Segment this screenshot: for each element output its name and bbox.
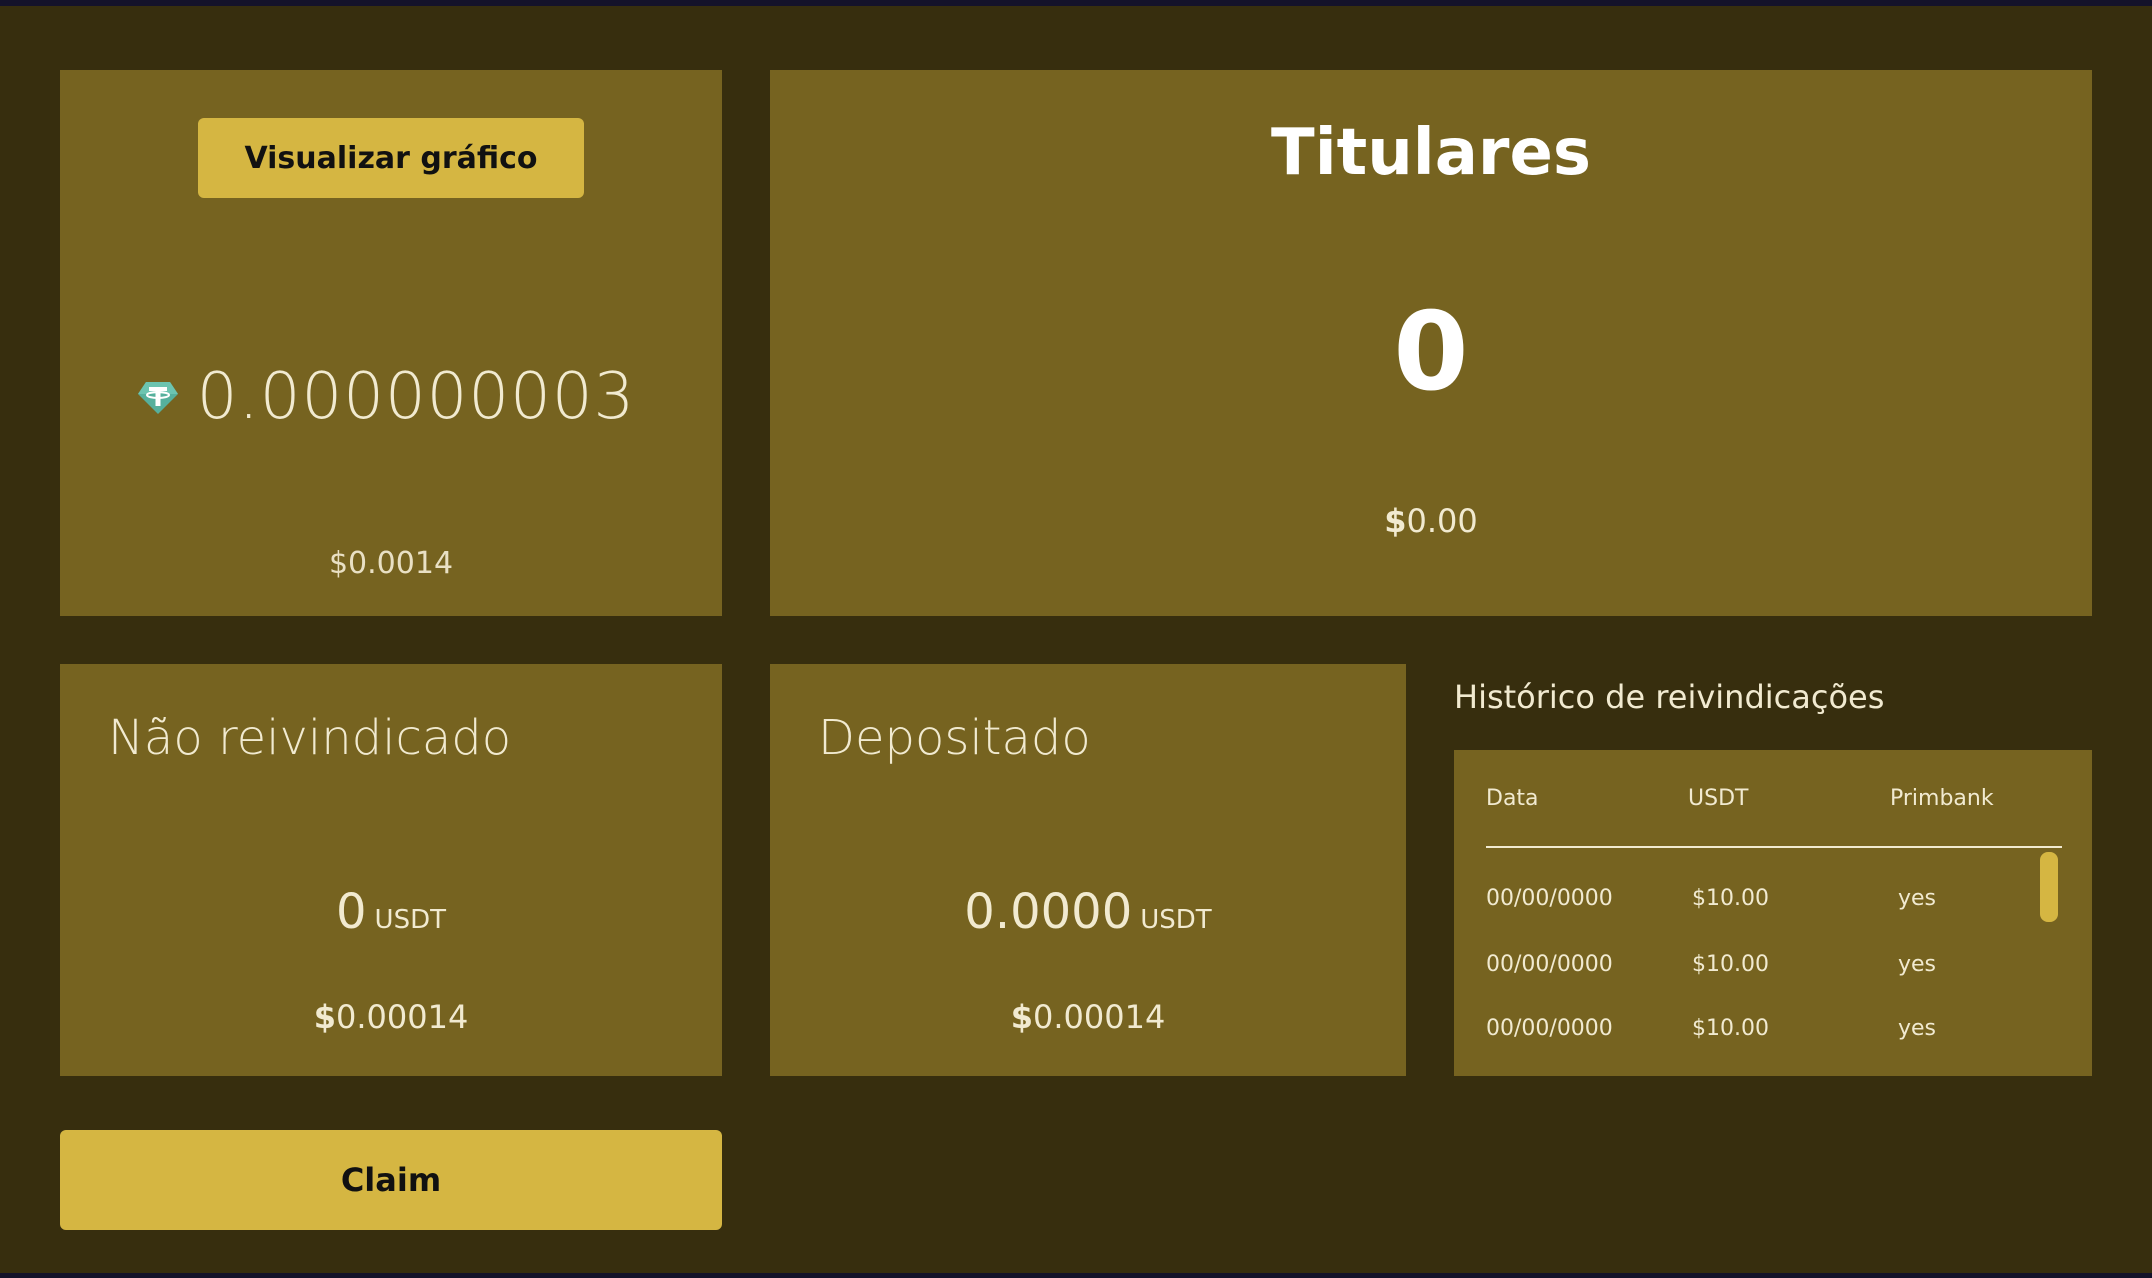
row-primbank: yes bbox=[1898, 952, 1937, 977]
claim-history-title: Histórico de reivindicações bbox=[1454, 678, 1885, 716]
deposited-unit: USDT bbox=[1140, 905, 1212, 935]
dollar-sign: $ bbox=[1010, 998, 1033, 1036]
token-usd-value: $0.0014 bbox=[328, 546, 454, 581]
deposited-card: Depositado 0.0000 USDT $0.00014 bbox=[770, 664, 1406, 1076]
deposited-amount: 0.0000 bbox=[964, 884, 1133, 940]
history-scrollbar-thumb[interactable] bbox=[2040, 852, 2058, 922]
row-date: 00/00/0000 bbox=[1486, 952, 1613, 977]
column-header-usdt: USDT bbox=[1688, 786, 1749, 811]
column-header-primbank: Primbank bbox=[1890, 786, 1994, 811]
row-date: 00/00/0000 bbox=[1486, 1016, 1613, 1041]
row-primbank: yes bbox=[1898, 886, 1937, 911]
row-usdt: $10.00 bbox=[1692, 1016, 1769, 1041]
table-row: 00/00/0000 $10.00 yes bbox=[1454, 1016, 2092, 1056]
token-amount-row: 0.000000003 bbox=[60, 360, 722, 434]
holders-card: Titulares 0 $0.00 bbox=[770, 70, 2092, 616]
claim-history-table: Data USDT Primbank 00/00/0000 $10.00 yes… bbox=[1454, 750, 2092, 1076]
view-chart-button[interactable]: Visualizar gráfico bbox=[198, 118, 584, 198]
deposited-title: Depositado bbox=[818, 710, 1091, 766]
table-row: 00/00/0000 $10.00 yes bbox=[1454, 952, 2092, 992]
column-header-date: Data bbox=[1486, 786, 1539, 811]
deposited-usd-value: $0.00014 bbox=[770, 998, 1406, 1036]
holders-usd-value: $0.00 bbox=[770, 502, 2092, 540]
claim-button[interactable]: Claim bbox=[60, 1130, 722, 1230]
row-usdt: $10.00 bbox=[1692, 952, 1769, 977]
holders-usd-amount: 0.00 bbox=[1406, 502, 1478, 540]
dollar-sign: $ bbox=[313, 998, 336, 1036]
unclaimed-usd-value: $0.00014 bbox=[60, 998, 722, 1036]
dollar-sign: $ bbox=[1384, 502, 1407, 540]
row-usdt: $10.00 bbox=[1692, 886, 1769, 911]
holders-count: 0 bbox=[1393, 290, 1469, 415]
tether-usdt-icon bbox=[137, 382, 178, 414]
row-date: 00/00/0000 bbox=[1486, 886, 1613, 911]
table-row: 00/00/0000 $10.00 yes bbox=[1454, 886, 2092, 926]
token-amount: 0.000000003 bbox=[196, 360, 636, 434]
holders-title: Titulares bbox=[1271, 116, 1591, 190]
unclaimed-title: Não reivindicado bbox=[108, 710, 512, 766]
unclaimed-unit: USDT bbox=[374, 905, 446, 935]
unclaimed-amount-row: 0 USDT bbox=[60, 884, 722, 940]
row-primbank: yes bbox=[1898, 1016, 1937, 1041]
dashboard-page: Visualizar gráfico 0.000000003 $0.0014 T… bbox=[0, 6, 2152, 1273]
table-header-divider bbox=[1486, 846, 2062, 848]
deposited-usd-amount: 0.00014 bbox=[1032, 998, 1166, 1036]
unclaimed-usd-amount: 0.00014 bbox=[335, 998, 469, 1036]
deposited-amount-row: 0.0000 USDT bbox=[770, 884, 1406, 940]
unclaimed-card: Não reivindicado 0 USDT $0.00014 bbox=[60, 664, 722, 1076]
token-price-card: Visualizar gráfico 0.000000003 $0.0014 bbox=[60, 70, 722, 616]
unclaimed-amount: 0 bbox=[336, 884, 367, 940]
